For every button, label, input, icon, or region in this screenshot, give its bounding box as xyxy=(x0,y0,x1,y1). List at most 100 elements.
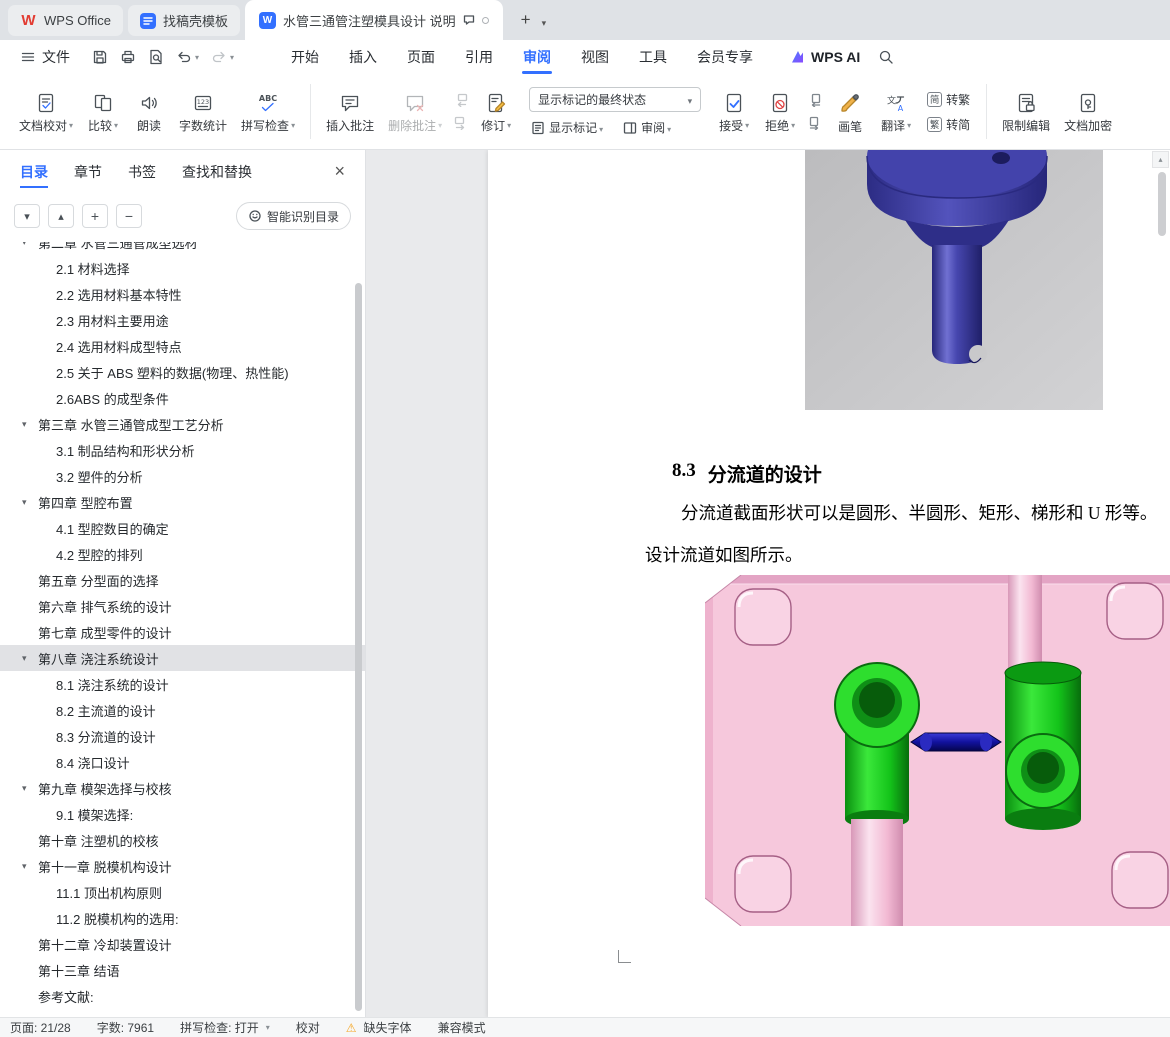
outline-item[interactable]: 4.2 型腔的排列 xyxy=(0,541,365,567)
page-indicator[interactable]: 页面: 21/28 xyxy=(10,1019,71,1036)
file-menu-button[interactable]: 文件 xyxy=(12,47,78,67)
menu-view[interactable]: 视图 xyxy=(566,40,624,74)
accept-button[interactable]: 接受 xyxy=(711,87,757,137)
caret-down-icon[interactable] xyxy=(22,411,27,437)
menu-reference[interactable]: 引用 xyxy=(450,40,508,74)
previous-change-button[interactable] xyxy=(807,92,823,108)
vertical-scrollbar[interactable] xyxy=(1158,172,1166,236)
outline-item[interactable]: 第十一章 脱模机构设计 xyxy=(0,853,365,879)
insert-comment-button[interactable]: 插入批注 xyxy=(319,87,381,137)
tab-list-chevron-icon[interactable] xyxy=(542,18,547,29)
print-preview-button[interactable] xyxy=(144,45,168,69)
word-count-indicator[interactable]: 字数: 7961 xyxy=(97,1019,154,1036)
menu-start[interactable]: 开始 xyxy=(276,40,334,74)
brush-button[interactable]: 画笔 xyxy=(827,86,873,138)
sidebar-scrollbar[interactable] xyxy=(355,283,362,1011)
tab-catalog[interactable]: 目录 xyxy=(20,150,48,194)
zoom-out-outline-button[interactable] xyxy=(116,204,142,228)
menu-tools[interactable]: 工具 xyxy=(624,40,682,74)
outline-item[interactable]: 2.3 用材料主要用途 xyxy=(0,307,365,333)
proofread-button[interactable]: 校对 xyxy=(296,1019,320,1036)
outline-item[interactable]: 第十二章 冷却装置设计 xyxy=(0,931,365,957)
next-comment-button[interactable] xyxy=(453,115,469,131)
outline-item[interactable]: 2.1 材料选择 xyxy=(0,255,365,281)
menu-membership[interactable]: 会员专享 xyxy=(682,40,768,74)
outline-item[interactable]: 8.2 主流道的设计 xyxy=(0,697,365,723)
outline-item[interactable]: 第七章 成型零件的设计 xyxy=(0,619,365,645)
outline-item[interactable]: 11.1 顶出机构原则 xyxy=(0,879,365,905)
spellcheck-toggle[interactable]: 拼写检查: 打开 xyxy=(180,1019,270,1036)
caret-down-icon[interactable] xyxy=(22,645,27,671)
reject-button[interactable]: 拒绝 xyxy=(757,87,803,137)
tab-template-doc[interactable]: 找稿壳模板 xyxy=(127,5,240,36)
to-simplified-button[interactable]: 繁 转简 xyxy=(927,116,970,133)
restrict-edit-button[interactable]: 限制编辑 xyxy=(995,87,1057,137)
outline-item[interactable]: 第三章 水管三通管成型工艺分析 xyxy=(0,411,365,437)
outline-item[interactable]: 8.4 浇口设计 xyxy=(0,749,365,775)
outline-item[interactable]: 第六章 排气系统的设计 xyxy=(0,593,365,619)
caret-down-icon[interactable] xyxy=(22,775,27,801)
spell-check-button[interactable]: ABC 拼写检查 xyxy=(234,87,302,137)
search-button[interactable] xyxy=(874,45,898,69)
doc-proof-button[interactable]: 文档校对 xyxy=(12,87,80,137)
redo-button[interactable] xyxy=(207,45,238,69)
outline-item[interactable]: 4.1 型腔数目的确定 xyxy=(0,515,365,541)
tab-find-replace[interactable]: 查找和替换 xyxy=(182,150,252,194)
delete-comment-button[interactable]: 删除批注 xyxy=(381,87,449,137)
compare-button[interactable]: 比较 xyxy=(80,87,126,137)
track-changes-button[interactable]: 修订 xyxy=(473,87,519,137)
outline-item[interactable]: 第九章 模架选择与校核 xyxy=(0,775,365,801)
menu-review[interactable]: 审阅 xyxy=(508,40,566,74)
smart-catalog-button[interactable]: 智能识别目录 xyxy=(235,202,351,230)
close-sidebar-icon[interactable] xyxy=(334,161,345,182)
collapse-all-button[interactable] xyxy=(48,204,74,228)
display-state-dropdown[interactable]: 显示标记的最终状态 xyxy=(529,87,702,112)
missing-font-warning[interactable]: 缺失字体 xyxy=(346,1019,412,1036)
outline-item[interactable]: 第十三章 结语 xyxy=(0,957,365,983)
outline-item[interactable]: 9.1 模架选择: xyxy=(0,801,365,827)
tab-current-document[interactable]: 水管三通管注塑模具设计 说明 xyxy=(244,0,503,40)
document-page[interactable]: 8.3 分流道的设计 分流道截面形状可以是圆形、半圆形、矩形、梯形和 U 形等。… xyxy=(488,150,1170,1017)
menu-insert[interactable]: 插入 xyxy=(334,40,392,74)
outline-item[interactable]: 2.6ABS 的成型条件 xyxy=(0,385,365,411)
outline-item[interactable]: 8.1 浇注系统的设计 xyxy=(0,671,365,697)
wps-ai-button[interactable]: WPS AI xyxy=(790,49,860,65)
outline-item[interactable]: 第十章 注塑机的校核 xyxy=(0,827,365,853)
next-change-button[interactable] xyxy=(807,115,823,131)
outline-item[interactable]: 参考文献: xyxy=(0,983,365,1009)
previous-comment-button[interactable] xyxy=(453,92,469,108)
outline-item[interactable]: 3.1 制品结构和形状分析 xyxy=(0,437,365,463)
tab-bookmarks[interactable]: 书签 xyxy=(128,150,156,194)
outline-item[interactable]: 2.5 关于 ABS 塑料的数据(物理、热性能) xyxy=(0,359,365,385)
outline-item[interactable]: 3.2 塑件的分析 xyxy=(0,463,365,489)
show-markup-button[interactable]: 显示标记 xyxy=(531,119,603,136)
print-button[interactable] xyxy=(116,45,140,69)
tab-status-dot[interactable] xyxy=(481,16,489,24)
outline-item[interactable]: 2.4 选用材料成型特点 xyxy=(0,333,365,359)
caret-down-icon[interactable] xyxy=(22,853,27,879)
to-traditional-button[interactable]: 简 转繁 xyxy=(927,91,970,108)
expand-all-button[interactable] xyxy=(14,204,40,228)
outline-item[interactable]: 第二章 水管三通管成型选材 xyxy=(0,242,365,255)
compat-mode-indicator[interactable]: 兼容模式 xyxy=(438,1019,486,1036)
caret-down-icon[interactable] xyxy=(22,489,27,515)
zoom-in-outline-button[interactable] xyxy=(82,204,108,228)
new-tab-button[interactable] xyxy=(514,8,538,32)
outline-item[interactable]: 2.2 选用材料基本特性 xyxy=(0,281,365,307)
outline-item[interactable]: 第四章 型腔布置 xyxy=(0,489,365,515)
outline-item[interactable]: 第八章 浇注系统设计 xyxy=(0,645,365,671)
review-pane-button[interactable]: 审阅 xyxy=(619,119,671,136)
outline-item[interactable]: 8.3 分流道的设计 xyxy=(0,723,365,749)
outline-item[interactable]: 11.2 脱模机构的选用: xyxy=(0,905,365,931)
word-count-button[interactable]: 123 字数统计 xyxy=(172,87,234,137)
tab-wps-home[interactable]: WPS Office xyxy=(8,5,123,36)
menu-page[interactable]: 页面 xyxy=(392,40,450,74)
outline-item[interactable]: 第五章 分型面的选择 xyxy=(0,567,365,593)
save-button[interactable] xyxy=(88,45,112,69)
tab-chapters[interactable]: 章节 xyxy=(74,150,102,194)
encrypt-button[interactable]: 文档加密 xyxy=(1057,87,1119,137)
translate-button[interactable]: 文A 翻译 xyxy=(873,87,919,137)
caret-down-icon[interactable] xyxy=(22,242,27,255)
undo-button[interactable] xyxy=(172,45,203,69)
read-aloud-button[interactable]: 朗读 xyxy=(126,87,172,137)
